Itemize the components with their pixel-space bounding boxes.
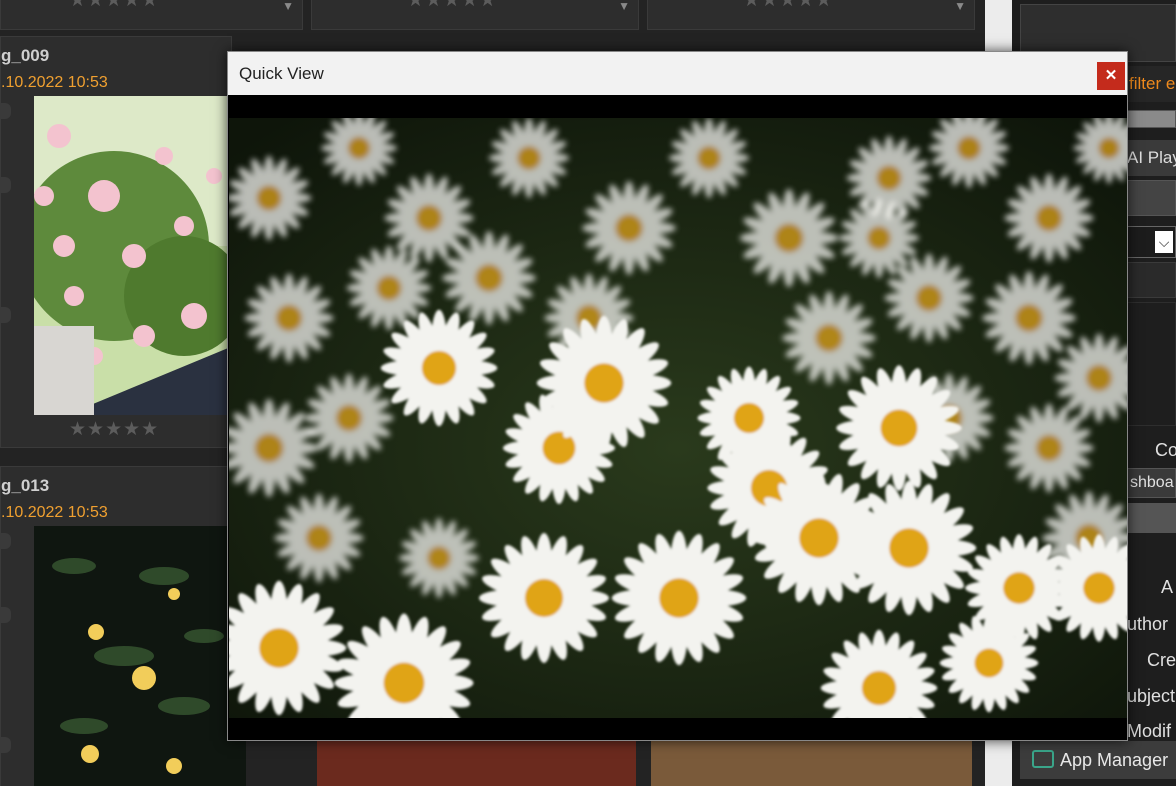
quick-view-image[interactable] [229, 118, 1127, 718]
rating-stars[interactable]: ★★★★★ [69, 418, 159, 441]
dashboard-label: shboa [1130, 474, 1174, 491]
image-date: .10.2022 10:53 [1, 74, 108, 91]
property-label: Cre [1147, 650, 1176, 670]
yellow-flowers-image [34, 526, 246, 786]
gallery-card[interactable]: g_009 .10.2022 10:53 ★★★★★ [0, 36, 233, 448]
panel-button[interactable] [1127, 180, 1176, 216]
daisies-photo [229, 118, 1127, 718]
flag-icon[interactable] [1, 533, 11, 549]
property-label: Modif [1127, 721, 1172, 741]
thumbnail-strip-1[interactable] [317, 740, 636, 786]
app-manager-button[interactable]: App Manager [1020, 741, 1176, 779]
rating-stars[interactable]: ★★★★★ [407, 0, 497, 12]
chevron-down-icon[interactable]: ▼ [618, 0, 630, 13]
thumbnail-strip-2[interactable] [651, 740, 972, 786]
gallery-card[interactable]: g_013 .10.2022 10:53 [0, 466, 246, 786]
filter-input[interactable]: filter e [1127, 66, 1176, 102]
chevron-down-icon[interactable]: ⌵ [1155, 231, 1173, 253]
dialog-titlebar[interactable]: Quick View ✕ [228, 52, 1127, 95]
panel-section [1127, 262, 1176, 298]
gallery-card-top-2[interactable]: ★★★★★ ▼ [311, 0, 639, 30]
dashboard-button[interactable]: shboa [1127, 468, 1176, 498]
property-label: ubject [1127, 686, 1176, 706]
label-icon[interactable] [1, 307, 11, 323]
label-icon[interactable] [1, 737, 11, 753]
quick-view-dialog[interactable]: Quick View ✕ [227, 51, 1128, 741]
gallery-card-top-1[interactable]: ★★★★★ ▼ [0, 0, 303, 30]
panel-button[interactable] [1127, 503, 1176, 533]
tag-icon[interactable] [1, 607, 11, 623]
dialog-title: Quick View [239, 64, 324, 83]
app-manager-icon [1032, 750, 1054, 768]
rating-stars[interactable]: ★★★★★ [69, 0, 159, 12]
image-name: g_009 [1, 46, 50, 65]
thumbnail-roses[interactable] [34, 96, 233, 415]
property-label: Co [1155, 440, 1176, 460]
image-name: g_013 [1, 476, 50, 495]
property-label: A [1161, 577, 1174, 597]
gallery-card-top-3[interactable]: ★★★★★ ▼ [647, 0, 975, 30]
flag-icon[interactable] [1, 103, 11, 119]
app-manager-label: App Manager [1060, 750, 1169, 770]
panel-section [1127, 302, 1176, 426]
dropdown-select[interactable]: ⌵ [1127, 226, 1176, 258]
rating-stars[interactable]: ★★★★★ [743, 0, 833, 12]
chevron-down-icon[interactable]: ▼ [282, 0, 294, 13]
close-icon[interactable]: ✕ [1097, 62, 1125, 90]
property-label: uthor [1127, 614, 1169, 634]
tag-icon[interactable] [1, 177, 11, 193]
panel-tab[interactable] [1127, 110, 1176, 128]
ai-player-button[interactable]: AI Playe [1127, 140, 1176, 176]
dialog-bottom-bar [228, 734, 1127, 740]
thumbnail-yellow-flowers[interactable] [34, 526, 246, 786]
roses-image [34, 96, 233, 415]
chevron-down-icon[interactable]: ▼ [954, 0, 966, 13]
image-date: .10.2022 10:53 [1, 504, 108, 521]
